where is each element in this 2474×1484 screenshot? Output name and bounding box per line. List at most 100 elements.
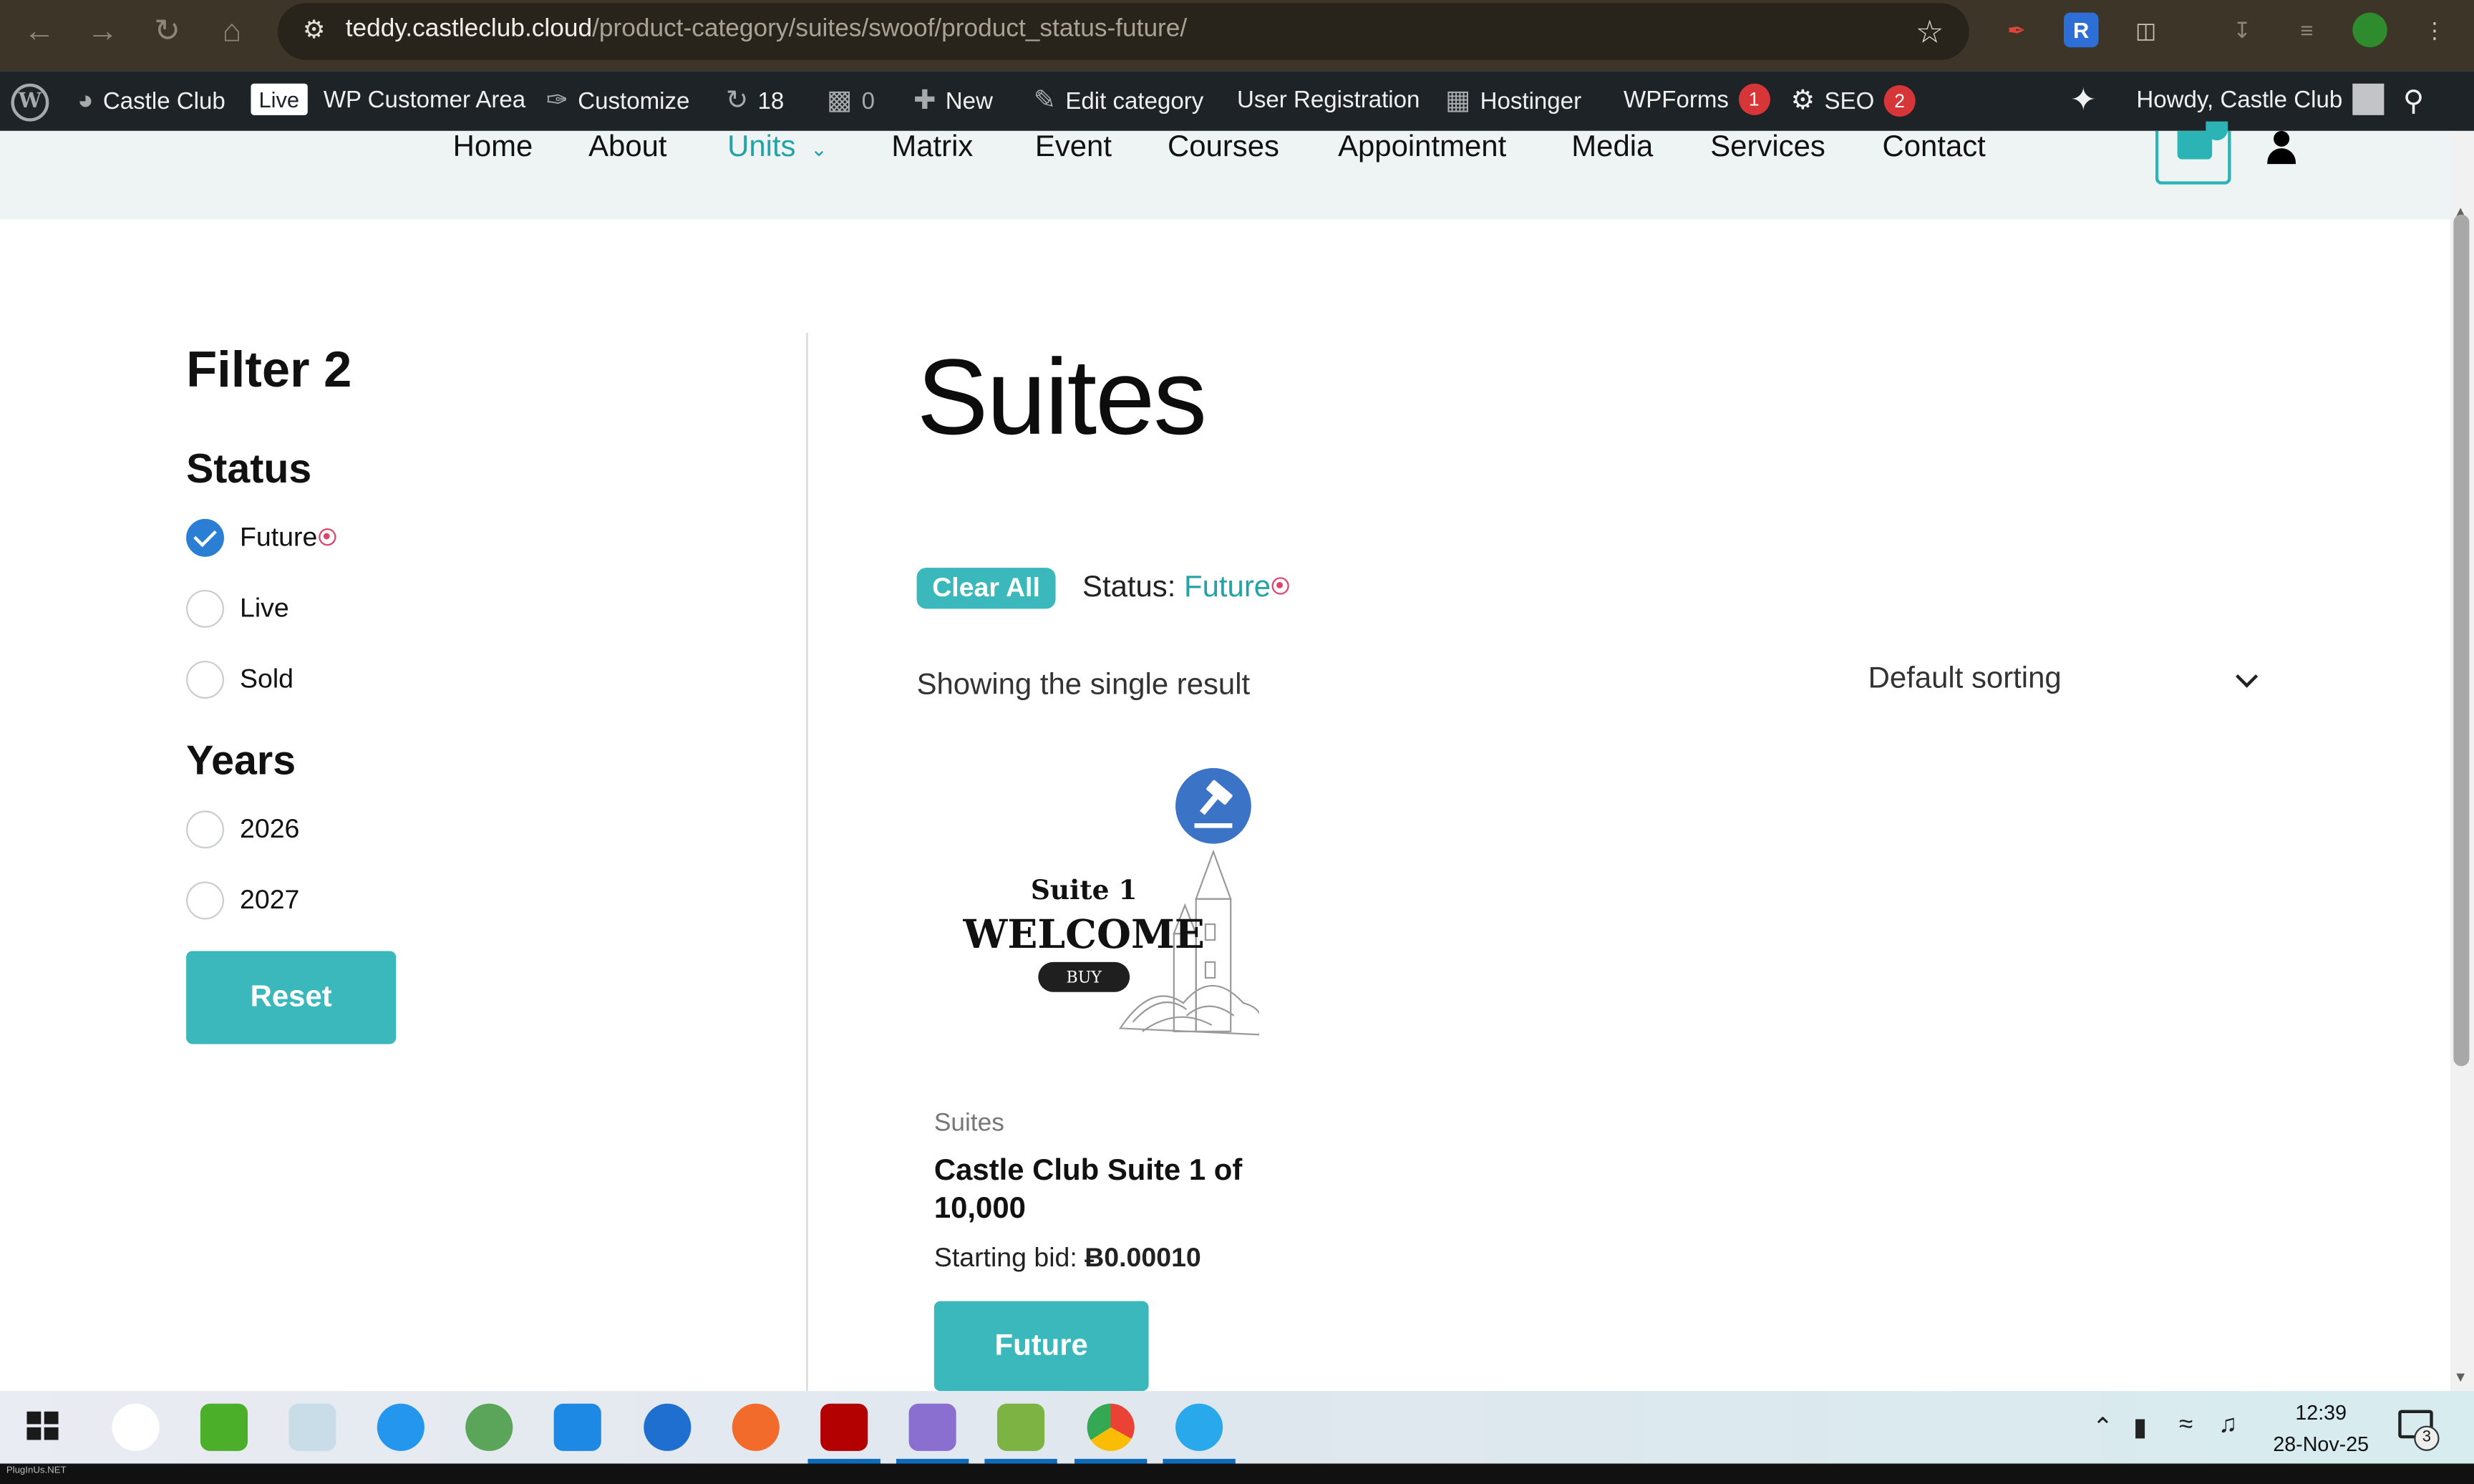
extensions-puzzle-icon[interactable]: ◫ [2128,13,2163,47]
tray-overflow-chevron-icon[interactable]: ⌃ [2092,1412,2114,1443]
windows-start-icon[interactable] [21,1404,65,1448]
user-avatar [2352,82,2384,115]
active-filter: Status: Future [1082,571,1290,606]
nav-event[interactable]: Event [1035,131,1112,165]
windows-taskbar: ⌃ ▮ ≈ ♫ 12:39 28-Nov-25 3 [0,1391,2474,1464]
image-viewer-app-icon[interactable] [996,1403,1045,1451]
admin-comments[interactable]: ▩ 0 [827,71,875,131]
nav-media[interactable]: Media [1571,131,1653,165]
future-checkbox[interactable] [186,518,224,557]
howdy-label: Howdy, Castle Club [2136,87,2343,114]
pen-extension-icon[interactable]: ✒ [1999,13,2034,47]
clock-date: 28-Nov-25 [2273,1432,2369,1456]
green-editor-app-icon[interactable] [200,1403,248,1451]
nav-matrix[interactable]: Matrix [891,131,973,165]
filezilla-app-icon[interactable] [820,1403,868,1451]
back-icon[interactable]: ← [21,13,59,51]
product-future-button[interactable]: Future [933,1301,1149,1392]
chrome-app-icon[interactable] [1087,1403,1135,1451]
clear-all-button[interactable]: Clear All [916,568,1056,609]
site-name-label: Castle Club [102,88,225,115]
cart-button[interactable] [2155,121,2231,185]
nav-appointment[interactable]: Appointment [1338,131,1506,165]
forward-icon[interactable]: → [84,13,122,51]
url-path: /product-category/suites/swoof/product_s… [592,16,1188,43]
cart-count-badge [2206,121,2228,141]
home-icon[interactable]: ⌂ [213,13,251,51]
search-icon[interactable]: ⚲ [2403,71,2424,131]
bookmark-star-icon[interactable]: ☆ [1916,13,1944,52]
remove-filter-dot-icon[interactable] [1272,577,1290,595]
result-count: Showing the single result [916,669,1251,702]
telegram-app-icon[interactable] [1175,1403,1223,1451]
image-welcome-text: WELCOME [963,911,1205,957]
product-category[interactable]: Suites [934,1110,1004,1139]
comments-count: 0 [861,88,875,115]
year-2026-checkbox[interactable] [186,810,224,849]
downloads-icon[interactable]: ↧ [2225,13,2259,47]
admin-new[interactable]: ✚ New [913,71,993,131]
site-info-icon[interactable]: ⚙ [296,14,331,49]
image-suite-text: Suite 1 [1031,874,1137,906]
admin-howdy[interactable]: Howdy, Castle Club [2136,71,2384,131]
profile-avatar-icon[interactable] [2352,12,2387,48]
image-buy-text: BUY [1067,969,1102,987]
postman-app-icon[interactable] [732,1403,780,1451]
reload-icon[interactable]: ↻ [148,13,186,51]
admin-updates[interactable]: ↻ 18 [726,71,784,131]
year-2027-checkbox[interactable] [186,881,224,920]
file-transfer-app-icon[interactable] [288,1403,336,1451]
nav-services[interactable]: Services [1710,131,1825,165]
product-title[interactable]: Castle Club Suite 1 of 10,000 [934,1153,1266,1228]
sorting-value: Default sorting [1868,662,2062,696]
chevron-down-icon [2236,665,2259,688]
hostinger-label: Hostinger [1480,88,1582,115]
admin-user-registration[interactable]: User Registration [1237,71,1420,131]
nav-units[interactable]: Units ⌄ [727,131,828,168]
thunderbird-app-icon[interactable] [644,1403,692,1451]
wordpress-logo-icon[interactable]: W [11,83,49,122]
active-filter-value[interactable]: Future [1184,571,1271,604]
browser-menu-icon[interactable]: ⋮ [2417,13,2452,47]
taskbar-clock[interactable]: 12:39 28-Nov-25 [2266,1397,2376,1460]
admin-edit-category[interactable]: ✎ Edit category [1034,71,1204,131]
docker-app-icon[interactable] [377,1403,425,1451]
volume-icon[interactable]: ♫ [2218,1412,2237,1440]
year-2027-label: 2027 [240,884,300,915]
admin-site-name[interactable]: ◕ Castle Club [77,71,225,131]
admin-hostinger[interactable]: ▦ Hostinger [1445,71,1581,131]
live-status: Live [251,71,308,131]
hs-app-icon[interactable] [465,1403,513,1451]
sorting-select[interactable]: Default sorting [1868,662,2259,700]
vscode-app-icon[interactable] [553,1403,601,1451]
nav-courses[interactable]: Courses [1168,131,1279,165]
scrollbar-thumb[interactable] [2453,214,2470,1067]
reset-button[interactable]: Reset [186,951,397,1044]
media-queue-icon[interactable]: ≡ [2289,13,2324,47]
wpforms-badge: 1 [1738,82,1770,115]
nav-about[interactable]: About [588,131,666,165]
r-extension-icon[interactable]: R [2063,12,2099,48]
virtualbox-app-icon[interactable] [908,1403,956,1451]
nav-home[interactable]: Home [453,131,533,165]
account-icon[interactable] [2266,130,2297,165]
admin-wpforms[interactable]: WPForms 1 [1624,71,1770,131]
sidebar-divider [806,332,808,1392]
live-option-label: Live [240,593,289,624]
battery-icon[interactable]: ▮ [2133,1412,2147,1443]
updates-count: 18 [757,88,785,115]
admin-seo[interactable]: ⚙ SEO 2 [1791,71,1916,131]
admin-customer-area[interactable]: WP Customer Area [324,71,525,131]
nav-contact[interactable]: Contact [1882,131,1985,165]
sold-checkbox[interactable] [186,661,224,699]
alien-app-icon[interactable] [112,1403,160,1451]
live-badge: Live [251,82,308,115]
live-checkbox[interactable] [186,589,224,628]
url-text[interactable]: teddy.castleclub.cloud/product-category/… [346,16,1188,44]
admin-customize[interactable]: ✑ Customize [546,71,690,131]
scroll-down-icon[interactable]: ▼ [2453,1369,2468,1384]
ai-sparkle-icon[interactable]: ✦ [2070,71,2097,131]
notification-count: 3 [2414,1425,2440,1451]
wifi-icon[interactable]: ≈ [2179,1412,2193,1440]
address-bar[interactable]: ⚙ teddy.castleclub.cloud/product-categor… [277,3,1969,60]
